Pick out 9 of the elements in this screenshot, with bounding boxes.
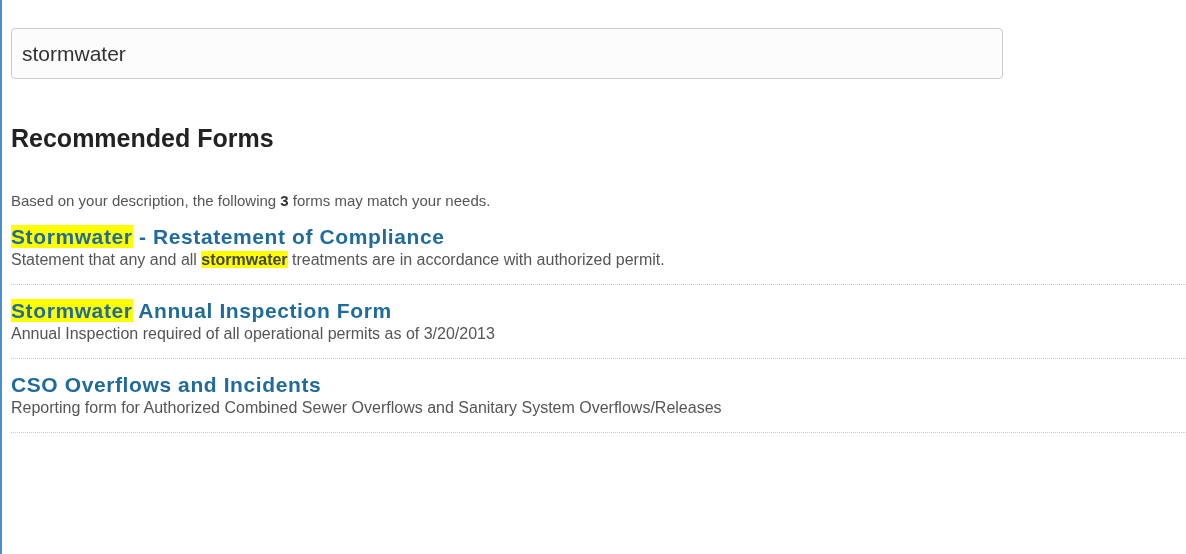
form-link[interactable]: CSO Overflows and Incidents bbox=[11, 372, 322, 398]
form-link[interactable]: Stormwater Annual Inspection Form bbox=[11, 298, 392, 324]
search-field[interactable]: stormwater bbox=[11, 28, 1003, 79]
form-description: Annual Inspection required of all operational permits as of 3/20/2013 bbox=[11, 324, 496, 344]
intro-text: Based on your description, the following 3 forms may match your needs. bbox=[11, 191, 492, 211]
form-description: Statement that any and all stormwater treatments are in accordance with authorized permit. bbox=[11, 250, 666, 270]
form-description: Reporting form for Authorized Combined Sewer Overflows and Sanitary System Overflows/Releases bbox=[11, 398, 723, 418]
form-link[interactable]: Stormwater - Restatement of Compliance bbox=[11, 224, 445, 250]
section-heading: Recommended Forms bbox=[11, 123, 275, 153]
